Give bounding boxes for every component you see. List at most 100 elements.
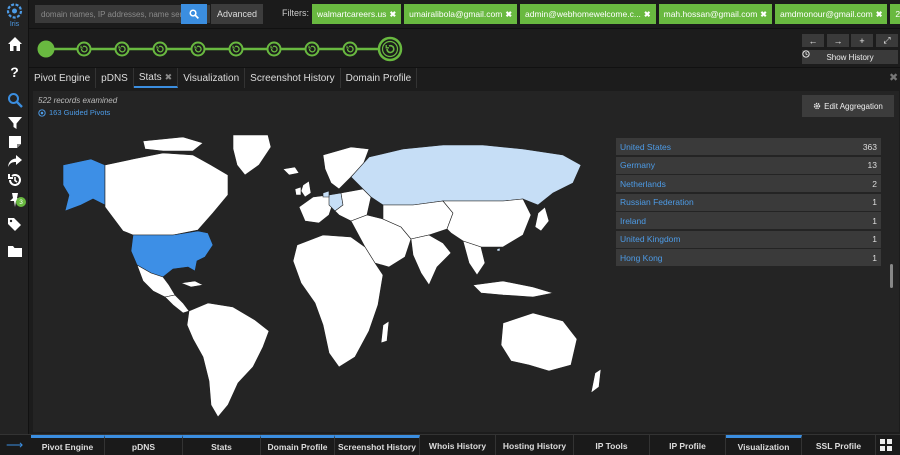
history-next-button[interactable]: → xyxy=(827,34,849,47)
history-prev-button[interactable]: ← xyxy=(802,34,824,47)
share-icon[interactable] xyxy=(4,151,25,171)
history-step[interactable] xyxy=(342,41,358,57)
guided-pivots-link[interactable]: 163 Guided Pivots xyxy=(38,108,110,117)
map-region-africa[interactable] xyxy=(292,234,384,368)
close-icon[interactable]: ✖ xyxy=(760,10,767,19)
table-row[interactable]: Hong Kong 1 xyxy=(616,249,881,266)
filter-chip[interactable]: walmartcareers.us ✖ xyxy=(312,4,402,24)
pin-icon[interactable]: 3 xyxy=(4,190,26,210)
country-name[interactable]: United Kingdom xyxy=(620,234,680,244)
history-step[interactable] xyxy=(228,41,244,57)
table-row[interactable]: Russian Federation 1 xyxy=(616,193,881,211)
panel-close-icon[interactable]: ✖ xyxy=(889,71,898,84)
search-icon[interactable] xyxy=(4,90,25,110)
map-country-australia[interactable] xyxy=(500,312,578,372)
country-name[interactable]: Hong Kong xyxy=(620,253,663,263)
map-country-united-kingdom[interactable] xyxy=(300,180,312,198)
note-icon[interactable] xyxy=(4,132,25,152)
map-country-alaska[interactable] xyxy=(62,158,106,212)
map-country-hong-kong[interactable] xyxy=(496,247,501,252)
history-icon[interactable] xyxy=(4,170,25,190)
iris-logo[interactable]: Iris xyxy=(2,2,27,28)
tab-pdns[interactable]: pDNS xyxy=(96,68,134,88)
history-step-current[interactable] xyxy=(377,36,403,62)
folder-icon[interactable] xyxy=(4,241,25,261)
home-icon[interactable] xyxy=(4,34,25,54)
bottom-tab-pivot-engine[interactable]: Pivot Engine xyxy=(31,435,105,455)
help-icon[interactable]: ? xyxy=(4,62,25,82)
history-step[interactable] xyxy=(76,41,92,57)
history-add-button[interactable]: + xyxy=(851,34,873,47)
arrow-right-icon[interactable]: ⟶ xyxy=(6,438,23,452)
filter-chip[interactable]: amdmonour@gmail.com ✖ xyxy=(775,4,888,24)
map-country-canada[interactable] xyxy=(104,152,229,236)
bottom-tab-pdns[interactable]: pDNS xyxy=(105,435,183,455)
map-country-ireland[interactable] xyxy=(294,186,302,196)
map-region-western-europe[interactable] xyxy=(298,194,334,224)
map-region-central-america[interactable] xyxy=(164,294,190,314)
grid-icon[interactable] xyxy=(880,439,892,451)
filter-icon[interactable] xyxy=(4,113,25,133)
close-icon[interactable]: ✖ xyxy=(505,10,512,19)
map-country-canada-islands[interactable] xyxy=(142,136,204,152)
history-step[interactable] xyxy=(114,41,130,57)
filter-chip[interactable]: 20 xyxy=(890,4,900,24)
bottom-tab-domain-profile[interactable]: Domain Profile xyxy=(261,435,335,455)
country-name[interactable]: Ireland xyxy=(620,216,646,226)
edit-aggregation-button[interactable]: Edit Aggregation xyxy=(802,95,894,117)
map-country-madagascar[interactable] xyxy=(380,320,390,344)
map-region-south-america[interactable] xyxy=(186,302,270,418)
advanced-button[interactable]: Advanced xyxy=(211,4,263,24)
scrollbar-thumb[interactable] xyxy=(890,264,893,288)
tab-screenshot-history[interactable]: Screenshot History xyxy=(245,68,341,88)
bottom-tab-visualization[interactable]: Visualization xyxy=(726,435,802,455)
history-step[interactable] xyxy=(266,41,282,57)
map-region-indonesia[interactable] xyxy=(472,280,554,298)
close-icon[interactable]: ✖ xyxy=(876,10,883,19)
tab-stats[interactable]: Stats ✖ xyxy=(133,68,179,88)
close-icon[interactable]: ✖ xyxy=(644,10,651,19)
filter-chip[interactable]: admin@webhomewelcome.c... ✖ xyxy=(520,4,656,24)
country-name[interactable]: Russian Federation xyxy=(620,197,694,207)
table-row[interactable]: United Kingdom 1 xyxy=(616,230,881,248)
table-row[interactable]: United States 363 xyxy=(616,138,881,155)
filter-chip[interactable]: mah.hossan@gmail.com ✖ xyxy=(658,4,772,24)
map-country-netherlands[interactable] xyxy=(322,190,330,198)
history-expand-button[interactable]: ⤢ xyxy=(876,34,898,47)
close-icon[interactable]: ✖ xyxy=(165,72,173,83)
bottom-tab-ssl-profile[interactable]: SSL Profile xyxy=(802,435,876,455)
bottom-tab-screenshot-history[interactable]: Screenshot History xyxy=(335,435,420,455)
search-button[interactable] xyxy=(181,4,207,24)
tab-domain-profile[interactable]: Domain Profile xyxy=(341,68,418,88)
country-name[interactable]: Netherlands xyxy=(620,179,666,189)
table-row[interactable]: Ireland 1 xyxy=(616,212,881,229)
map-country-india[interactable] xyxy=(410,234,452,286)
show-history-button[interactable]: Show History xyxy=(802,50,898,64)
filter-chip[interactable]: umairalibola@gmail.com ✖ xyxy=(404,4,518,24)
history-step[interactable] xyxy=(152,41,168,57)
map-country-japan[interactable] xyxy=(534,206,550,232)
map-country-greenland[interactable] xyxy=(232,135,272,176)
map-country-iceland[interactable] xyxy=(282,166,300,176)
country-name[interactable]: United States xyxy=(620,142,671,152)
map-country-russian-federation[interactable] xyxy=(350,144,582,206)
map-country-china[interactable] xyxy=(442,198,532,248)
history-step[interactable] xyxy=(304,41,320,57)
history-step[interactable] xyxy=(190,41,206,57)
map-country-cuba[interactable] xyxy=(179,280,204,288)
bottom-tab-whois-history[interactable]: Whois History xyxy=(420,435,496,455)
bottom-tab-stats[interactable]: Stats xyxy=(183,435,261,455)
table-row[interactable]: Germany 13 xyxy=(616,156,881,174)
bottom-tab-ip-profile[interactable]: IP Profile xyxy=(650,435,726,455)
bottom-tab-hosting-history[interactable]: Hosting History xyxy=(496,435,574,455)
close-icon[interactable]: ✖ xyxy=(389,10,396,19)
eye-icon xyxy=(38,108,46,117)
map-country-new-zealand[interactable] xyxy=(590,368,602,394)
tab-pivot-engine[interactable]: Pivot Engine xyxy=(29,68,97,88)
tags-icon[interactable] xyxy=(4,214,25,234)
tab-visualization[interactable]: Visualization xyxy=(178,68,246,88)
table-row[interactable]: Netherlands 2 xyxy=(616,175,881,192)
bottom-tab-ip-tools[interactable]: IP Tools xyxy=(574,435,650,455)
history-step-start[interactable] xyxy=(37,40,55,58)
country-name[interactable]: Germany xyxy=(620,160,655,170)
